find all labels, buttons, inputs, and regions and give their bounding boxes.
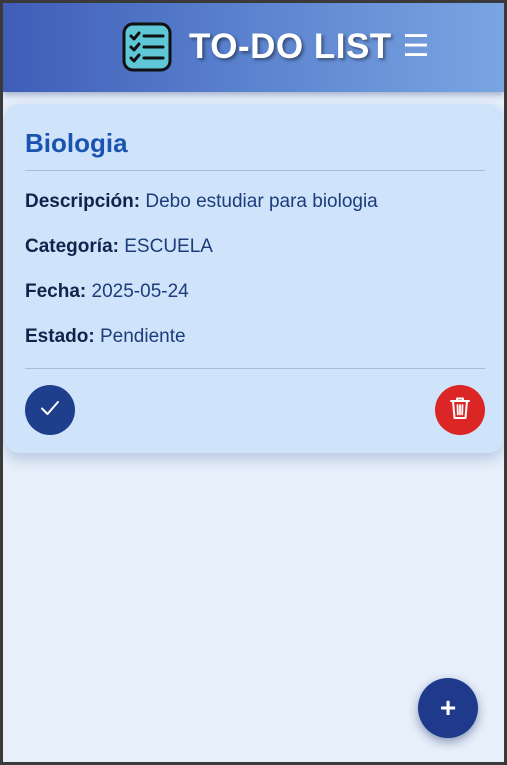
status-value: Pendiente [99, 326, 186, 347]
hamburger-menu-icon[interactable]: ☰ [401, 29, 431, 65]
app-frame: TO-DO LIST ☰ Biologia Descripción: Debo … [3, 3, 504, 762]
category-value: ESCUELA [124, 236, 213, 257]
task-category: Categoría: ESCUELA [25, 235, 213, 259]
checkmark-icon [39, 397, 61, 424]
date-label: Fecha: [25, 281, 87, 302]
plus-icon: + [439, 692, 457, 723]
checklist-icon [122, 22, 172, 72]
complete-task-button[interactable] [25, 385, 75, 435]
app-header: TO-DO LIST ☰ [3, 3, 504, 92]
category-label: Categoría: [25, 236, 119, 257]
task-title: Biologia [25, 128, 128, 158]
description-label: Descripción: [25, 191, 141, 212]
task-status: Estado: Pendiente [25, 325, 186, 349]
status-label: Estado: [25, 326, 95, 347]
add-task-button[interactable]: + [418, 678, 478, 738]
card-divider-bottom [25, 368, 485, 369]
card-divider-top [25, 170, 485, 171]
description-value: Debo estudiar para biologia [145, 191, 378, 212]
date-value: 2025-05-24 [91, 281, 189, 302]
app-title: TO-DO LIST [189, 27, 392, 66]
delete-task-button[interactable] [435, 385, 485, 435]
task-date: Fecha: 2025-05-24 [25, 280, 189, 304]
task-description: Descripción: Debo estudiar para biologia [25, 190, 378, 214]
task-card: Biologia Descripción: Debo estudiar para… [5, 104, 503, 453]
trash-icon [449, 396, 471, 425]
